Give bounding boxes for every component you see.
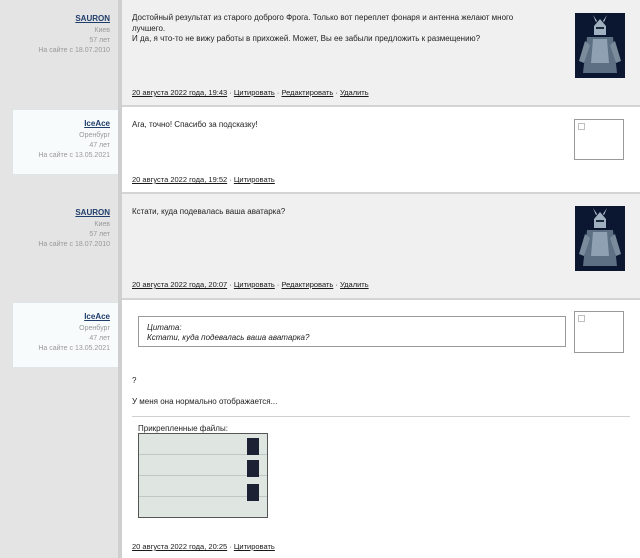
quote-text: Кстати, куда подевалась ваша аватарка? <box>147 333 310 342</box>
message-text: Достойный результат из старого доброго Ф… <box>132 13 514 43</box>
author-since: На сайте с 13.05.2021 <box>38 345 110 352</box>
delete-link[interactable]: Удалить <box>340 280 369 289</box>
quote-title: Цитата: <box>147 323 182 332</box>
author-link[interactable]: SAURON <box>12 14 110 24</box>
author-since: На сайте с 18.07.2010 <box>38 241 110 248</box>
author-age: 57 лет <box>89 231 110 238</box>
delete-link[interactable]: Удалить <box>340 88 369 97</box>
post-meta: 20 августа 2022 года, 20:25 · Цитировать <box>132 542 275 551</box>
reply-mark: ? <box>132 376 137 385</box>
post-2: IceAce Оренбург 47 лет На сайте с 13.05.… <box>0 107 640 194</box>
post-date-link[interactable]: 20 августа 2022 года, 19:43 <box>132 88 227 97</box>
armored-figure-image <box>575 206 625 271</box>
attachments-divider <box>132 416 630 417</box>
quote-link[interactable]: Цитировать <box>234 542 275 551</box>
message-body: Кстати, куда подевалась ваша аватарка? 2… <box>122 194 640 300</box>
avatar-placeholder[interactable] <box>574 119 624 160</box>
author-age: 47 лет <box>89 335 110 342</box>
message-body: Ага, точно! Спасибо за подсказку! 20 авг… <box>122 107 640 194</box>
author-age: 57 лет <box>89 37 110 44</box>
post-meta: 20 августа 2022 года, 19:52 · Цитировать <box>132 175 275 184</box>
broken-image-icon <box>578 315 585 322</box>
author-age: 47 лет <box>89 142 110 149</box>
attachment-thumbnail[interactable] <box>138 433 268 518</box>
author-city: Оренбург <box>79 132 110 139</box>
author-info: IceAce Оренбург 47 лет На сайте с 13.05.… <box>12 302 118 368</box>
author-link[interactable]: IceAce <box>13 312 110 322</box>
reply-text: У меня она нормально отображается... <box>132 397 278 406</box>
avatar[interactable] <box>575 206 625 271</box>
post-date-link[interactable]: 20 августа 2022 года, 20:07 <box>132 280 227 289</box>
quote-link[interactable]: Цитировать <box>234 280 275 289</box>
post-meta: 20 августа 2022 года, 19:43 · Цитировать… <box>132 88 369 97</box>
edit-link[interactable]: Редактировать <box>281 88 333 97</box>
quote-link[interactable]: Цитировать <box>234 175 275 184</box>
post-4: IceAce Оренбург 47 лет На сайте с 13.05.… <box>0 300 640 558</box>
author-link[interactable]: SAURON <box>12 208 110 218</box>
post-meta: 20 августа 2022 года, 20:07 · Цитировать… <box>132 280 369 289</box>
message-body: Цитата: Кстати, куда подевалась ваша ава… <box>122 300 640 558</box>
message-body: Достойный результат из старого доброго Ф… <box>122 0 640 107</box>
message-text: Ага, точно! Спасибо за подсказку! <box>132 120 258 129</box>
author-info: IceAce Оренбург 47 лет На сайте с 13.05.… <box>12 109 118 175</box>
post-date-link[interactable]: 20 августа 2022 года, 20:25 <box>132 542 227 551</box>
avatar-placeholder[interactable] <box>574 311 624 353</box>
author-city: Киев <box>94 27 110 34</box>
post-3: SAURON Киев 57 лет На сайте с 18.07.2010… <box>0 194 640 300</box>
author-info: SAURON Киев 57 лет На сайте с 18.07.2010 <box>12 12 118 56</box>
post-1: SAURON Киев 57 лет На сайте с 18.07.2010… <box>0 0 640 107</box>
author-city: Оренбург <box>79 325 110 332</box>
author-link[interactable]: IceAce <box>13 119 110 129</box>
author-info: SAURON Киев 57 лет На сайте с 18.07.2010 <box>12 206 118 250</box>
quote-link[interactable]: Цитировать <box>234 88 275 97</box>
attachments-label: Прикрепленные файлы: <box>138 424 228 433</box>
author-since: На сайте с 13.05.2021 <box>38 152 110 159</box>
edit-link[interactable]: Редактировать <box>281 280 333 289</box>
broken-image-icon <box>578 123 585 130</box>
quote-block: Цитата: Кстати, куда подевалась ваша ава… <box>138 316 566 347</box>
message-text: Кстати, куда подевалась ваша аватарка? <box>132 207 286 216</box>
author-since: На сайте с 18.07.2010 <box>38 47 110 54</box>
author-city: Киев <box>94 221 110 228</box>
avatar[interactable] <box>575 13 625 78</box>
post-date-link[interactable]: 20 августа 2022 года, 19:52 <box>132 175 227 184</box>
armored-figure-image <box>575 13 625 78</box>
